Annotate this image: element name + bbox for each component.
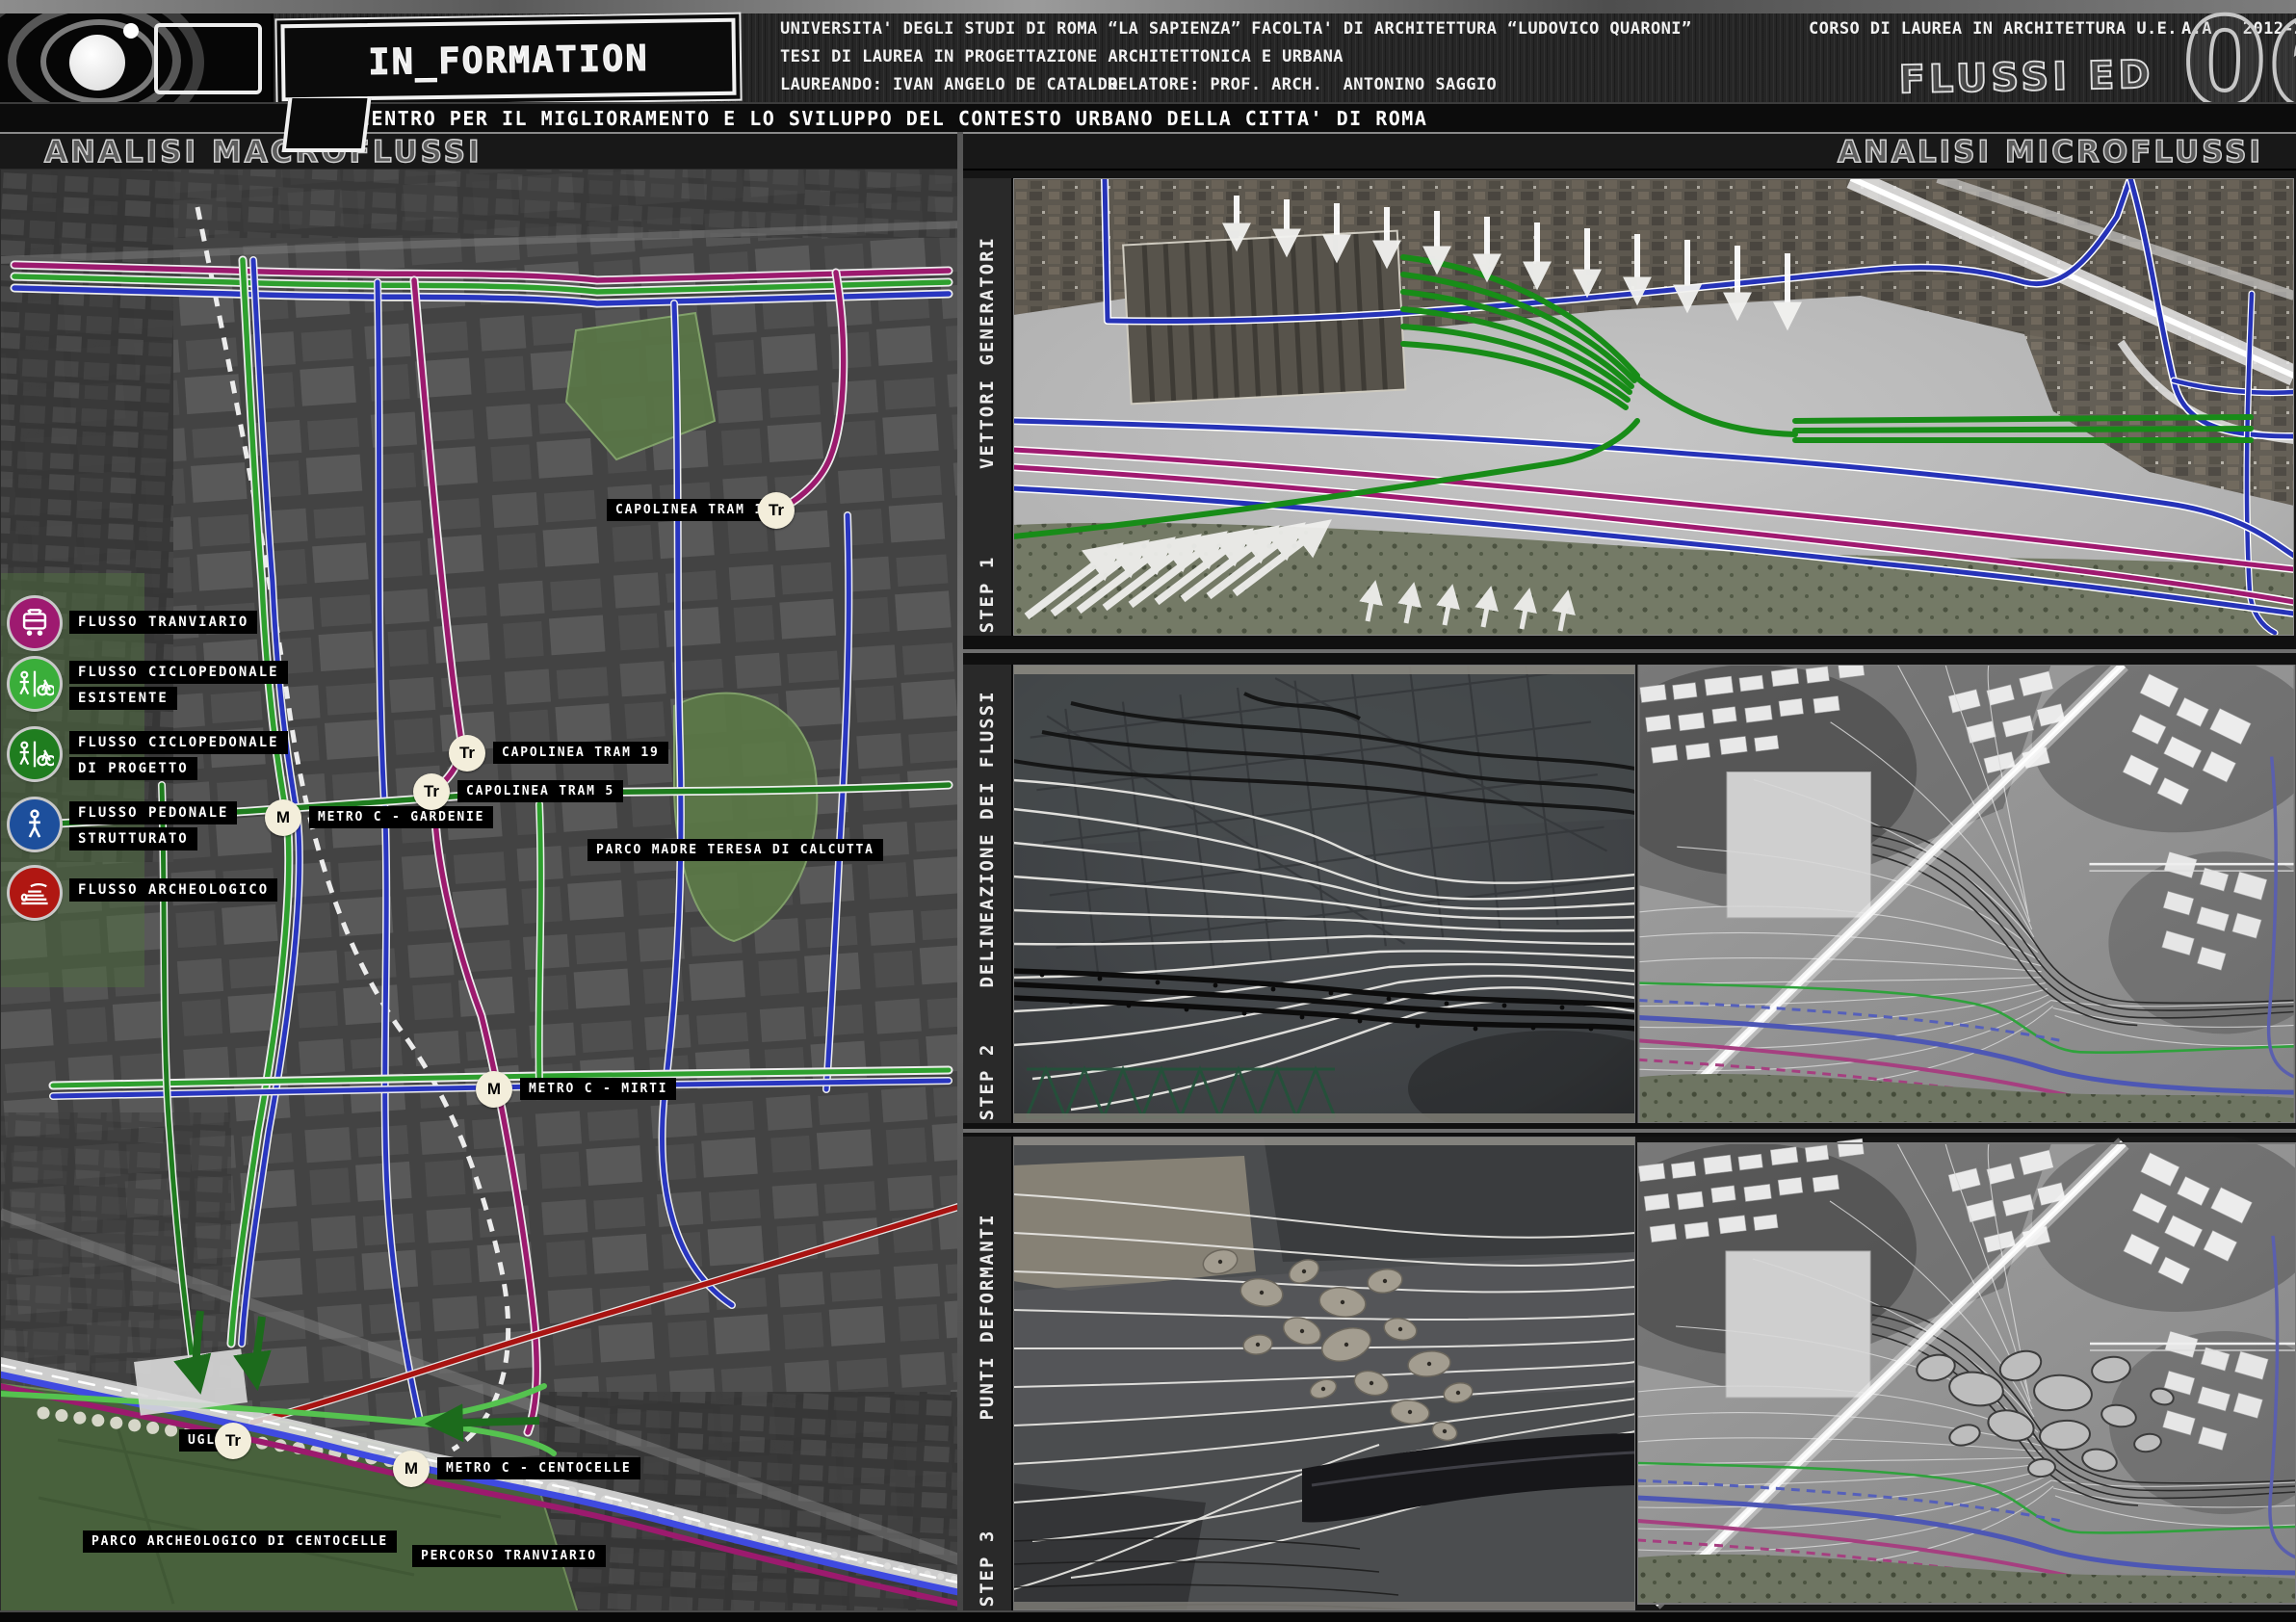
legend-badge-ciclopedonale-progetto	[10, 729, 60, 779]
map-label-tram5: CAPOLINEA TRAM 5	[457, 780, 623, 802]
step3-band: PUNTI DEFORMANTI STEP 3	[963, 1137, 1013, 1610]
legend-badge-pedonale	[10, 799, 60, 850]
map-label-percorso-tranviario: PERCORSO TRANVIARIO	[412, 1545, 606, 1567]
tram-stop-badge-ugl: Tr	[215, 1423, 251, 1459]
legend-badge-ciclopedonale-esistente	[10, 659, 60, 709]
step3-render-panel	[1637, 1137, 2296, 1610]
eye-glint	[123, 23, 139, 39]
step3-model-panel	[1013, 1137, 1635, 1610]
eye-logo	[0, 13, 274, 102]
brand-logo-text: IN_FORMATION	[368, 37, 649, 82]
step2-band: DELINEAZIONE DEI FLUSSI STEP 2	[963, 665, 1013, 1123]
university-line: UNIVERSITA' DEGLI STUDI DI ROMA “LA SAPI…	[780, 19, 1692, 39]
thesis-line: TESI DI LAUREA IN PROGETTAZIONE ARCHITET…	[780, 47, 1344, 66]
step3-number: STEP 3	[977, 1529, 998, 1607]
row-gap-2	[963, 1123, 2296, 1137]
map-label-centocelle: METRO C - CENTOCELLE	[437, 1457, 640, 1479]
right-section-title: ANALISI MICROFLUSSI	[1838, 135, 2263, 170]
legend-label-archeologico: FLUSSO ARCHEOLOGICO	[69, 878, 277, 904]
step1-title: VETTORI GENERATORI	[977, 236, 998, 469]
map-label-tram19: CAPOLINEA TRAM 19	[493, 742, 668, 764]
top-gradient-strip	[0, 0, 2296, 13]
step2-number: STEP 2	[977, 1043, 998, 1121]
legend-label-ciclopedonale-esistente: FLUSSO CICLOPEDONALEESISTENTE	[69, 661, 288, 713]
step3-title: PUNTI DEFORMANTI	[977, 1213, 998, 1420]
map-label-tram14: CAPOLINEA TRAM 14	[607, 499, 782, 521]
course-line: CORSO DI LAUREA IN ARCHITETTURA U.E.	[1809, 19, 2178, 39]
pedestrian-bicycle-icon	[15, 740, 54, 769]
tram-stop-badge-19: Tr	[449, 735, 485, 772]
footer-strip	[0, 1610, 2296, 1622]
eye-pupil	[69, 35, 125, 91]
candidate-line: LAUREANDO: IVAN ANGELO DE CATALDO	[780, 75, 1118, 94]
row-gap-1	[963, 636, 2296, 665]
tram-stop-badge-5: Tr	[413, 773, 450, 810]
step1-number: STEP 1	[977, 556, 998, 634]
step2-title: DELINEAZIONE DEI FLUSSI	[977, 690, 998, 987]
metro-station-badge-centocelle: M	[393, 1451, 430, 1487]
brand-logo-tab	[282, 98, 372, 152]
metro-station-badge-mirti: M	[476, 1071, 512, 1108]
advisor-line: RELATORE: PROF. ARCH. ANTONINO SAGGIO	[1108, 75, 1497, 94]
legend-label-pedonale: FLUSSO PEDONALESTRUTTURATO	[69, 801, 237, 853]
step2-model-panel	[1013, 665, 1635, 1123]
map-label-gardenie: METRO C - GARDENIE	[309, 806, 493, 828]
eye-frame	[154, 23, 262, 94]
pedestrian-bicycle-icon	[15, 669, 54, 698]
tram-icon	[18, 609, 51, 638]
brand-logo: IN_FORMATION	[280, 18, 736, 102]
tram-stop-badge-14: Tr	[758, 492, 795, 529]
legend-badge-tranviario	[10, 598, 60, 648]
map-label-parco-madre: PARCO MADRE TERESA DI CALCUTTA	[587, 839, 883, 861]
legend-label-tranviario: FLUSSO TRANVIARIO	[69, 611, 257, 637]
legend-badge-archeologico	[10, 868, 60, 918]
pedestrian-icon	[22, 809, 47, 840]
thesis-board: IN_FORMATION UNIVERSITA' DEGLI STUDI DI …	[0, 0, 2296, 1622]
step1-aerial-panel	[1013, 178, 2294, 636]
left-section-title: ANALISI MACROFLUSSI	[44, 135, 482, 170]
metro-station-badge-gardenie: M	[265, 799, 301, 836]
map-label-parco-archeologico: PARCO ARCHEOLOGICO DI CENTOCELLE	[83, 1530, 397, 1553]
step2-render-panel	[1637, 665, 2296, 1123]
board-subtitle: CENTRO PER IL MIGLIORAMENTO E LO SVILUPP…	[358, 107, 1427, 130]
step1-band: VETTORI GENERATORI STEP 1	[963, 178, 1013, 636]
map-label-mirti: METRO C - MIRTI	[520, 1078, 676, 1100]
legend-label-ciclopedonale-progetto: FLUSSO CICLOPEDONALEDI PROGETTO	[69, 731, 288, 783]
ruins-icon	[17, 878, 52, 907]
